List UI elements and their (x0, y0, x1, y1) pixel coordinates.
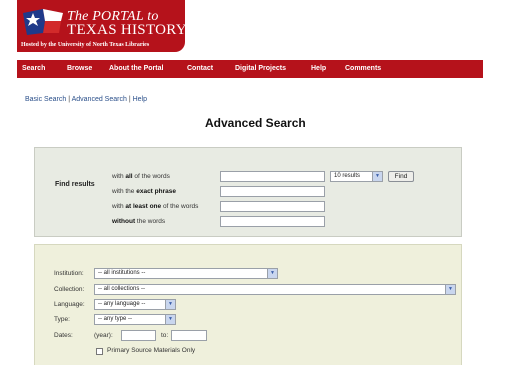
nav-contact[interactable]: Contact (187, 65, 213, 72)
logo-text-main: TEXAS HISTORYsm (67, 22, 195, 38)
language-select[interactable]: -- any language -- ▼ (94, 299, 176, 310)
find-results-label: Find results (55, 181, 95, 188)
primary-source-label: Primary Source Materials Only (107, 347, 196, 354)
main-nav-bar: Search Browse About the Portal Contact D… (17, 60, 483, 78)
breadcrumb: Basic Search | Advanced Search | Help (25, 96, 147, 103)
type-label: Type: (54, 316, 70, 323)
institution-label: Institution: (54, 270, 84, 277)
chevron-down-icon: ▼ (165, 300, 175, 309)
institution-select[interactable]: -- all institutions -- ▼ (94, 268, 278, 279)
texas-flag-logo-icon (23, 9, 63, 35)
nav-comments[interactable]: Comments (345, 65, 381, 72)
breadcrumb-basic-search[interactable]: Basic Search (25, 96, 66, 103)
collection-select[interactable]: -- all collections -- ▼ (94, 284, 456, 295)
row-at-least-one-label: with at least one of the words (112, 203, 199, 210)
row-exact-phrase-label: with the exact phrase (112, 188, 176, 195)
nav-about-portal[interactable]: About the Portal (109, 65, 163, 72)
at-least-one-input[interactable] (220, 201, 325, 212)
nav-digital-projects[interactable]: Digital Projects (235, 65, 286, 72)
results-count-select[interactable]: 10 results ▼ (330, 171, 383, 182)
find-button[interactable]: Find (388, 171, 414, 182)
breadcrumb-help[interactable]: Help (133, 96, 147, 103)
year-label: (year): (94, 332, 113, 339)
nav-search[interactable]: Search (22, 65, 45, 72)
nav-help[interactable]: Help (311, 65, 326, 72)
page: The PORTAL to TEXAS HISTORYsm Hosted by … (0, 0, 507, 365)
language-label: Language: (54, 301, 85, 308)
collection-label: Collection: (54, 286, 85, 293)
breadcrumb-separator: | (128, 96, 131, 103)
chevron-down-icon: ▼ (445, 285, 455, 294)
to-label: to: (161, 332, 169, 339)
all-words-input[interactable] (220, 171, 325, 182)
chevron-down-icon: ▼ (165, 315, 175, 324)
hosted-by-text: Hosted by the University of North Texas … (21, 42, 150, 48)
exact-phrase-input[interactable] (220, 186, 325, 197)
nav-browse[interactable]: Browse (67, 65, 92, 72)
breadcrumb-advanced-search[interactable]: Advanced Search (72, 96, 127, 103)
type-select[interactable]: -- any type -- ▼ (94, 314, 176, 325)
without-words-input[interactable] (220, 216, 325, 227)
dates-label: Dates: (54, 332, 73, 339)
chevron-down-icon: ▼ (372, 172, 382, 181)
date-to-input[interactable] (171, 330, 207, 341)
breadcrumb-separator: | (68, 96, 71, 103)
row-all-words-label: with all of the words (112, 173, 170, 180)
date-from-input[interactable] (121, 330, 156, 341)
page-title: Advanced Search (205, 116, 306, 130)
chevron-down-icon: ▼ (267, 269, 277, 278)
row-without-label: without the words (112, 218, 166, 225)
primary-source-checkbox[interactable] (96, 348, 103, 355)
